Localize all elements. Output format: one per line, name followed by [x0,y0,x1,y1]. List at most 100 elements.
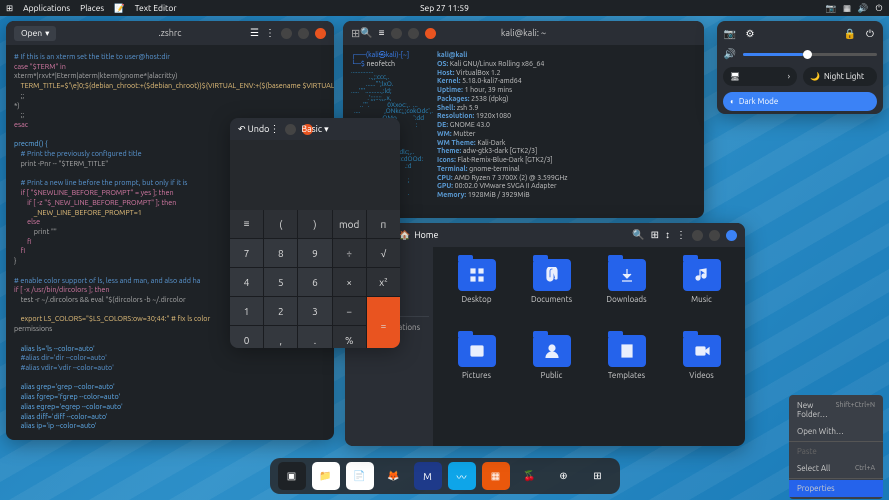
quick-settings-panel: 📷 ⚙ 🔒 ⏻ 🔊 🖥 › 🌙 Night Light ◐ Dark Mode [717,21,883,114]
calc-key-3[interactable]: 3 [298,297,331,325]
dock-term[interactable]: ▣ [278,462,306,490]
dock-ff[interactable]: 🦊 [380,462,408,490]
calculator-display [230,140,400,210]
calc-key-.[interactable]: . [298,326,331,348]
calc-key-√[interactable]: √ [367,239,400,267]
ctx-open-with-[interactable]: Open With… [789,423,883,440]
calc-key-π[interactable]: π [367,210,400,238]
mode-selector[interactable]: Basic ▾ [301,124,328,135]
dock-files[interactable]: 📁 [312,462,340,490]
dock-M[interactable]: M [414,462,442,490]
undo-button[interactable]: ↶ Undo [238,124,269,135]
text-editor-icon: 📝 [114,3,125,14]
files-grid[interactable]: DesktopDocumentsDownloadsMusic PicturesPu… [433,247,745,446]
calc-key-,[interactable]: , [264,326,297,348]
menu-icon[interactable]: ⋮ [676,229,686,241]
neofetch-output: kali@kaliOS: Kali GNU/Linux Rolling x86_… [437,51,567,205]
camera-icon[interactable]: 📷 [723,27,737,41]
ctx-properties[interactable]: Properties [789,480,883,497]
menu-icon[interactable]: ≡ [379,27,385,39]
folder-pictures[interactable]: Pictures [441,335,512,407]
dock-swirl[interactable]: 〰 [448,462,476,490]
calculator-window: ↶ Undo Basic ▾ ⋮ ≡()modπ 789÷√ 456×x² 123−=… [230,118,400,348]
folder-desktop[interactable]: Desktop [441,259,512,331]
menu-places[interactable]: Places [80,3,104,13]
volume-icon[interactable]: 🔊 [859,4,867,12]
dock-text[interactable]: 📄 [346,462,374,490]
display-toggle[interactable]: 🖥 › [723,67,797,86]
folder-public[interactable]: Public [516,335,587,407]
maximize-button[interactable] [298,28,309,39]
minimize-button[interactable] [285,124,296,135]
files-window: ‹ › 🏠 Home 🔍 ⊞ ↕ ⋮ ♪Music▣Pictures▶Video… [345,223,745,446]
darkmode-toggle[interactable]: ◐ Dark Mode [723,92,877,111]
activities-icon[interactable]: ⊞ [6,3,13,14]
new-tab-icon[interactable]: ⊞ [351,27,360,40]
calc-key-5[interactable]: 5 [264,268,297,296]
editor-title: .zshrc [158,28,181,38]
calc-key-mod[interactable]: mod [333,210,366,238]
volume-icon: 🔊 [723,47,737,61]
ctx-paste: Paste [789,443,883,460]
minimize-button[interactable] [692,230,703,241]
calc-key-)[interactable]: ) [298,210,331,238]
power-icon[interactable]: ⏻ [863,27,877,41]
calc-key-menu[interactable]: ≡ [230,210,263,238]
lock-icon[interactable]: 🔒 [843,27,857,41]
ctx-new-folder-[interactable]: New Folder…Shift+Ctrl+N [789,397,883,423]
close-button[interactable] [726,230,737,241]
power-icon[interactable]: ⏻ [875,4,883,12]
active-app-label[interactable]: Text Editor [135,3,177,13]
calc-key-x²[interactable]: x² [367,268,400,296]
calc-key-2[interactable]: 2 [264,297,297,325]
close-button[interactable] [315,28,326,39]
calc-key-%[interactable]: % [333,326,366,348]
view-toggle-icon[interactable]: ⊞ [651,229,659,241]
menu-applications[interactable]: Applications [23,3,70,13]
calc-key-−[interactable]: − [333,297,366,325]
dock: ▣📁📄🦊M〰▦🍒⊕⊞ [270,458,620,494]
dock-bsuite[interactable]: ▦ [482,462,510,490]
maximize-button[interactable] [408,28,419,39]
calc-key-9[interactable]: 9 [298,239,331,267]
calc-key-7[interactable]: 7 [230,239,263,267]
path-bar[interactable]: 🏠 Home [399,230,439,241]
calc-key-8[interactable]: 8 [264,239,297,267]
sort-icon[interactable]: ↕ [665,229,670,241]
calc-key-([interactable]: ( [264,210,297,238]
folder-documents[interactable]: Documents [516,259,587,331]
network-icon[interactable]: ▦ [843,4,851,12]
save-icon[interactable]: ☰ [250,27,259,39]
calc-key-4[interactable]: 4 [230,268,263,296]
open-button[interactable]: Open▾ [14,26,56,41]
calc-key-÷[interactable]: ÷ [333,239,366,267]
calc-key-=[interactable]: = [367,297,400,348]
folder-templates[interactable]: Templates [591,335,662,407]
menu-icon[interactable]: ⋮ [265,27,275,39]
menu-icon[interactable]: ⋮ [269,123,279,135]
folder-videos[interactable]: Videos [666,335,737,407]
search-icon[interactable]: 🔍 [632,229,644,241]
minimize-button[interactable] [391,28,402,39]
calc-key-1[interactable]: 1 [230,297,263,325]
nightlight-toggle[interactable]: 🌙 Night Light [803,67,877,86]
minimize-button[interactable] [281,28,292,39]
dock-cherry[interactable]: 🍒 [516,462,544,490]
camera-icon[interactable]: 📷 [827,4,835,12]
search-icon[interactable]: 🔍 [360,27,372,39]
calculator-keypad: ≡()modπ789÷√456×x²123−=0,.%+ [230,210,400,348]
maximize-button[interactable] [709,230,720,241]
folder-downloads[interactable]: Downloads [591,259,662,331]
calc-key-6[interactable]: 6 [298,268,331,296]
ctx-select-all[interactable]: Select AllCtrl+A [789,460,883,477]
dock-apps[interactable]: ⊞ [584,462,612,490]
datetime[interactable]: Sep 27 11:59 [420,3,469,13]
calc-key-0[interactable]: 0 [230,326,263,348]
volume-slider[interactable] [743,53,877,56]
folder-music[interactable]: Music [666,259,737,331]
settings-icon[interactable]: ⚙ [743,27,757,41]
calc-key-×[interactable]: × [333,268,366,296]
context-menu: New Folder…Shift+Ctrl+NOpen With… PasteSe… [789,395,883,499]
close-button[interactable] [425,28,436,39]
dock-net[interactable]: ⊕ [550,462,578,490]
